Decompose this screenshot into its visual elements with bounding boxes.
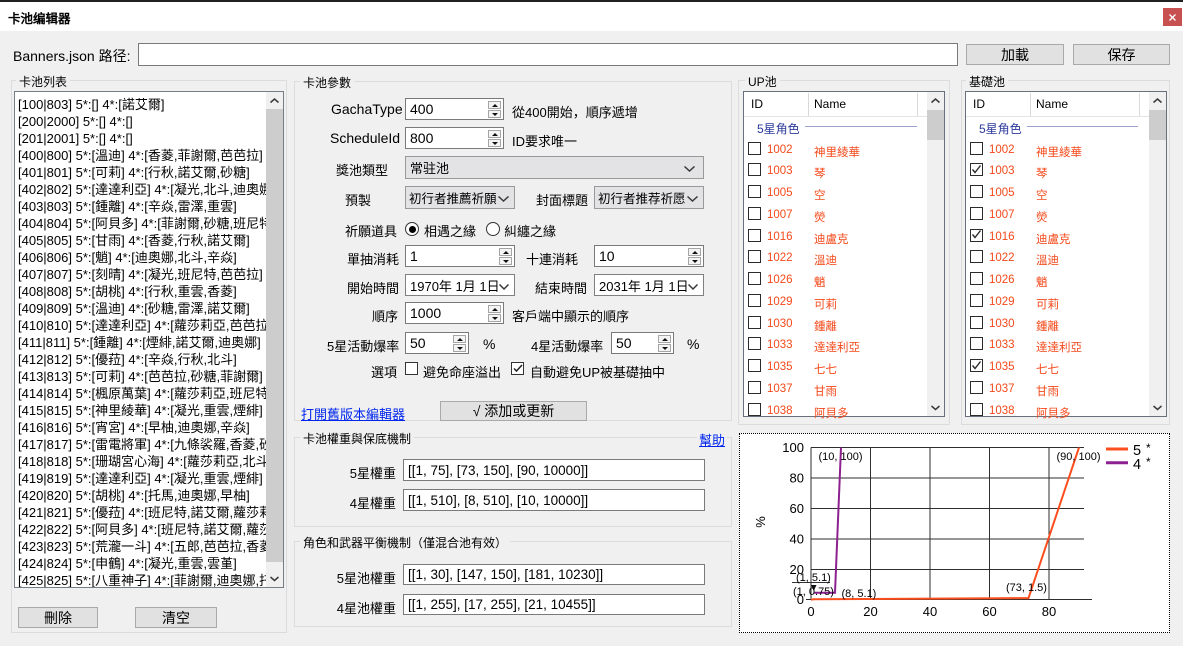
svg-text:(1, 0.75): (1, 0.75) xyxy=(793,586,834,598)
svg-text:60: 60 xyxy=(982,604,996,619)
svg-text:80: 80 xyxy=(790,471,804,486)
svg-text:0: 0 xyxy=(807,604,814,619)
svg-text:40: 40 xyxy=(923,604,937,619)
svg-text:%: % xyxy=(753,516,768,528)
svg-text:40: 40 xyxy=(790,532,804,547)
svg-text:*: * xyxy=(1146,441,1151,455)
svg-text:100: 100 xyxy=(782,440,804,455)
svg-text:*: * xyxy=(1146,455,1151,469)
svg-text:(8, 5.1): (8, 5.1) xyxy=(842,588,877,600)
svg-text:80: 80 xyxy=(1042,604,1056,619)
svg-text:4: 4 xyxy=(1133,457,1141,473)
svg-text:60: 60 xyxy=(790,501,804,516)
svg-text:(90, 100): (90, 100) xyxy=(1057,451,1101,463)
svg-text:(73, 1.5): (73, 1.5) xyxy=(1006,582,1047,594)
svg-text:(10, 100): (10, 100) xyxy=(819,451,863,463)
svg-text:20: 20 xyxy=(863,604,877,619)
svg-text:(1, 5.1): (1, 5.1) xyxy=(796,572,831,584)
